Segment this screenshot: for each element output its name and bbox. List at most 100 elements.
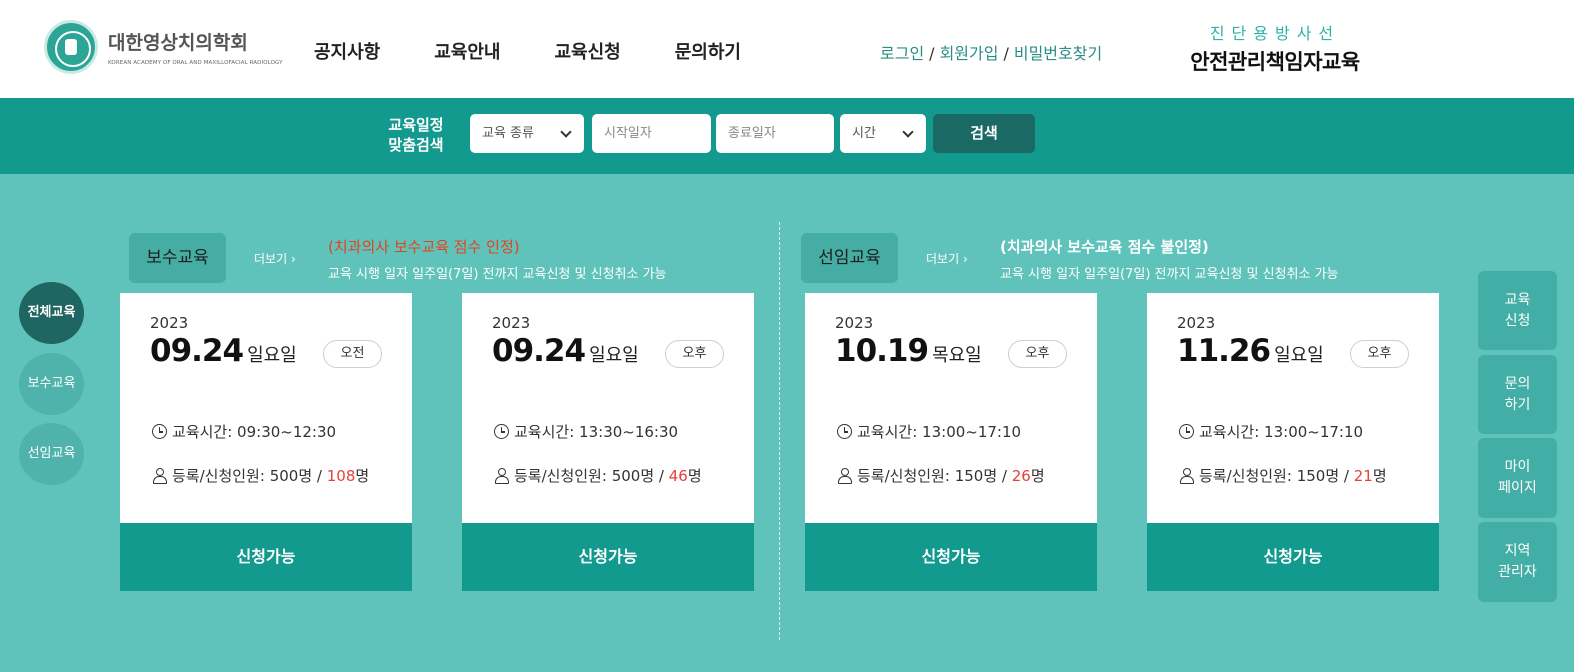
quick-menu-label: 지역관리자: [1498, 541, 1537, 583]
quick-menu-regional-admin[interactable]: 지역관리자: [1478, 522, 1557, 602]
nav-notice[interactable]: 공지사항: [314, 38, 380, 64]
card-date-value: 09.24: [150, 333, 244, 369]
section-tag-appointment: 선임교육: [801, 233, 898, 283]
education-card[interactable]: 2023 09.24 일요일 오후 교육시간: 13:30~16:30 등록/신청…: [462, 293, 754, 591]
section-note-sub: 교육 시행 일자 일주일(7일) 전까지 교육신청 및 신청취소 가능: [1000, 267, 1339, 282]
nav-education-apply[interactable]: 교육신청: [555, 38, 621, 64]
site-logo[interactable]: 대한영상치의학회 KOREAN ACADEMY OF ORAL AND MAXI…: [44, 20, 283, 74]
quick-menu-line1: 교육: [1504, 291, 1531, 308]
capacity-slash: /: [1343, 466, 1349, 485]
capacity-value: 150명: [954, 467, 998, 485]
more-link-refresher[interactable]: 더보기 ›: [254, 250, 296, 267]
logo-title: 대한영상치의학회: [108, 32, 248, 54]
card-capacity-row: 등록/신청인원: 500명 / 108 명: [152, 465, 369, 486]
site-header: 대한영상치의학회 KOREAN ACADEMY OF ORAL AND MAXI…: [0, 0, 1574, 98]
schedule-search-bar: 교육일정 맞춤검색 교육 종류 시작일자 종료일자 시간 검색: [0, 98, 1574, 174]
applied-unit: 명: [687, 467, 702, 485]
brand-top-text: 진단용방사선: [1209, 24, 1341, 43]
applied-unit: 명: [1372, 467, 1387, 485]
brand-title: 진단용방사선 안전관리책임자교육: [1180, 20, 1370, 76]
end-date-input[interactable]: 종료일자: [716, 114, 834, 153]
card-year: 2023: [150, 314, 189, 332]
logo-seal-icon: [44, 20, 98, 74]
applied-unit: 명: [1030, 467, 1045, 485]
user-icon: [152, 467, 167, 484]
apply-status-button[interactable]: 신청가능: [805, 523, 1097, 591]
search-label-line1: 교육일정: [388, 116, 444, 134]
find-password-link[interactable]: 비밀번호찾기: [1014, 44, 1102, 63]
login-link[interactable]: 로그인: [880, 44, 924, 63]
apply-status-button[interactable]: 신청가능: [120, 523, 412, 591]
card-ampm-badge: 오후: [1350, 340, 1409, 368]
auth-separator: /: [929, 44, 935, 63]
card-time-row: 교육시간: 09:30~12:30: [152, 421, 336, 442]
capacity-label: 등록/신청인원:: [172, 467, 265, 485]
auth-separator: /: [1003, 44, 1009, 63]
education-type-value: 교육 종류: [482, 126, 534, 141]
quick-menu-line1: 문의: [1504, 375, 1531, 392]
time-label: 교육시간:: [857, 423, 918, 441]
time-value: 13:30~16:30: [579, 422, 679, 441]
chevron-down-icon: [902, 126, 914, 138]
education-card[interactable]: 2023 10.19 목요일 오후 교육시간: 13:00~17:10 등록/신청…: [805, 293, 1097, 591]
chevron-right-icon: ›: [290, 252, 296, 266]
time-label: 교육시간:: [1199, 423, 1260, 441]
section-note-sub: 교육 시행 일자 일주일(7일) 전까지 교육신청 및 신청취소 가능: [328, 267, 667, 282]
applied-count: 108: [326, 466, 356, 485]
apply-status-button[interactable]: 신청가능: [462, 523, 754, 591]
start-date-input[interactable]: 시작일자: [592, 114, 711, 153]
quick-menu-label: 교육 신청: [1505, 290, 1531, 332]
card-date-value: 10.19: [835, 333, 929, 369]
card-date: 11.26 일요일: [1177, 333, 1324, 369]
nav-inquiry[interactable]: 문의하기: [675, 38, 741, 64]
education-card[interactable]: 2023 09.24 일요일 오전 교육시간: 09:30~12:30 등록/신청…: [120, 293, 412, 591]
quick-menu-line2: 페이지: [1498, 480, 1537, 496]
more-link-appointment[interactable]: 더보기 ›: [926, 250, 968, 267]
search-label: 교육일정 맞춤검색: [383, 115, 449, 155]
quick-menu-line1: 지역: [1504, 543, 1531, 559]
card-weekday: 일요일: [589, 345, 639, 366]
capacity-label: 등록/신청인원:: [514, 467, 607, 485]
time-label: 교육시간:: [172, 423, 233, 441]
time-value: 13:00~17:10: [922, 422, 1022, 441]
time-select-value: 시간: [852, 126, 876, 141]
card-date: 10.19 목요일: [835, 333, 982, 369]
quick-menu-inquiry[interactable]: 문의 하기: [1478, 355, 1557, 434]
nav-education-info[interactable]: 교육안내: [434, 38, 500, 64]
card-weekday: 일요일: [1274, 345, 1324, 366]
time-select[interactable]: 시간: [840, 114, 926, 153]
card-time-row: 교육시간: 13:00~17:10: [837, 421, 1021, 442]
clock-icon: [494, 424, 509, 439]
card-time-row: 교육시간: 13:00~17:10: [1179, 421, 1363, 442]
capacity-slash: /: [1001, 466, 1007, 485]
filter-all-education[interactable]: 전체교육: [19, 282, 84, 344]
auth-links: 로그인 / 회원가입 / 비밀번호찾기: [880, 40, 1102, 64]
card-date: 09.24 일요일: [492, 333, 639, 369]
search-button[interactable]: 검색: [933, 114, 1035, 153]
education-type-select[interactable]: 교육 종류: [470, 114, 584, 153]
applied-count: 21: [1353, 466, 1373, 485]
card-date-value: 09.24: [492, 333, 586, 369]
education-card[interactable]: 2023 11.26 일요일 오후 교육시간: 13:00~17:10 등록/신청…: [1147, 293, 1439, 591]
card-weekday: 일요일: [247, 345, 297, 366]
card-time-row: 교육시간: 13:30~16:30: [494, 421, 678, 442]
signup-link[interactable]: 회원가입: [940, 44, 999, 63]
section-note-title: (치과의사 보수교육 점수 인정): [328, 238, 520, 256]
search-label-line2: 맞춤검색: [388, 136, 444, 154]
applied-unit: 명: [355, 467, 370, 485]
quick-menu-apply[interactable]: 교육 신청: [1478, 271, 1557, 350]
chevron-right-icon: ›: [962, 252, 968, 266]
apply-status-button[interactable]: 신청가능: [1147, 523, 1439, 591]
card-year: 2023: [1177, 314, 1216, 332]
capacity-value: 500명: [611, 467, 655, 485]
time-label: 교육시간:: [514, 423, 575, 441]
quick-menu-mypage[interactable]: 마이 페이지: [1478, 438, 1557, 518]
more-label: 더보기: [926, 252, 960, 266]
card-capacity-row: 등록/신청인원: 500명 / 46 명: [494, 465, 702, 486]
filter-appointment-education[interactable]: 선임교육: [19, 423, 84, 485]
quick-menu-line2: 관리자: [1498, 564, 1537, 580]
clock-icon: [1179, 424, 1194, 439]
filter-refresher-education[interactable]: 보수교육: [19, 353, 84, 415]
card-year: 2023: [835, 314, 874, 332]
card-date: 09.24 일요일: [150, 333, 297, 369]
